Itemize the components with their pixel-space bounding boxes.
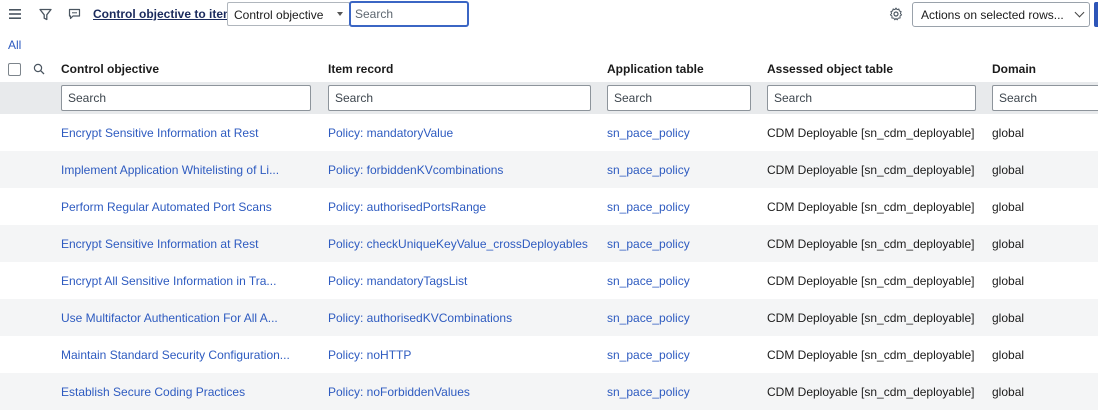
cell-domain: global [992,385,1025,399]
column-header-assessed-object-table[interactable]: Assessed object table [767,62,893,76]
cell-item-record[interactable]: Policy: mandatoryValue [328,126,453,140]
cell-domain: global [992,126,1025,140]
cell-control-objective[interactable]: Maintain Standard Security Configuration… [61,348,290,362]
cell-control-objective[interactable]: Encrypt Sensitive Information at Rest [61,126,258,140]
cell-domain: global [992,163,1025,177]
table-row: Maintain Standard Security Configuration… [0,336,1098,373]
cell-item-record[interactable]: Policy: mandatoryTagsList [328,274,467,288]
table-row: Use Multifactor Authentication For All A… [0,299,1098,336]
chevron-down-icon [1074,7,1085,18]
cell-control-objective[interactable]: Encrypt All Sensitive Information in Tra… [61,274,276,288]
cell-control-objective[interactable]: Implement Application Whitelisting of Li… [61,163,279,177]
cell-application-table[interactable]: sn_pace_policy [607,200,690,214]
funnel-filter-icon[interactable] [36,5,54,23]
filter-item-record-input[interactable] [328,85,591,111]
filter-application-table-input[interactable] [607,85,751,111]
cell-item-record[interactable]: Policy: authorisedPortsRange [328,200,486,214]
list-table: Control objective Item record Applicatio… [0,56,1098,410]
column-filter-row [0,82,1098,114]
cell-assessed-object-table: CDM Deployable [sn_cdm_deployable] [767,200,975,214]
column-header-application-table[interactable]: Application table [607,62,704,76]
cell-application-table[interactable]: sn_pace_policy [607,311,690,325]
search-field-select[interactable]: Control objective [227,2,350,26]
table-row: Perform Regular Automated Port Scans Pol… [0,188,1098,225]
cell-assessed-object-table: CDM Deployable [sn_cdm_deployable] [767,126,975,140]
caret-down-icon [337,12,343,16]
cell-item-record[interactable]: Policy: forbiddenKVcombinations [328,163,503,177]
cell-control-objective[interactable]: Encrypt Sensitive Information at Rest [61,237,258,251]
filter-domain-input[interactable] [992,85,1098,111]
cell-assessed-object-table: CDM Deployable [sn_cdm_deployable] [767,163,975,177]
actions-select[interactable]: Actions on selected rows... [912,2,1090,27]
cell-application-table[interactable]: sn_pace_policy [607,163,690,177]
table-header-row: Control objective Item record Applicatio… [0,56,1098,82]
magnifier-search-icon[interactable] [33,62,47,76]
cell-assessed-object-table: CDM Deployable [sn_cdm_deployable] [767,274,975,288]
cell-domain: global [992,274,1025,288]
cell-assessed-object-table: CDM Deployable [sn_cdm_deployable] [767,311,975,325]
hamburger-menu-icon[interactable] [6,5,24,23]
cell-domain: global [992,200,1025,214]
table-body: Encrypt Sensitive Information at Rest Po… [0,114,1098,410]
cell-application-table[interactable]: sn_pace_policy [607,274,690,288]
column-header-domain[interactable]: Domain [992,62,1036,76]
cell-domain: global [992,348,1025,362]
cell-application-table[interactable]: sn_pace_policy [607,348,690,362]
cell-item-record[interactable]: Policy: noHTTP [328,348,411,362]
cell-assessed-object-table: CDM Deployable [sn_cdm_deployable] [767,348,975,362]
list-search-input[interactable] [349,1,469,27]
table-row: Encrypt All Sensitive Information in Tra… [0,262,1098,299]
column-header-control-objective[interactable]: Control objective [61,62,159,76]
breadcrumb-all[interactable]: All [8,38,21,52]
cell-application-table[interactable]: sn_pace_policy [607,126,690,140]
chat-bubble-icon[interactable] [65,5,83,23]
table-row: Encrypt Sensitive Information at Rest Po… [0,225,1098,262]
cell-control-objective[interactable]: Establish Secure Coding Practices [61,385,245,399]
cell-control-objective[interactable]: Perform Regular Automated Port Scans [61,200,272,214]
cell-assessed-object-table: CDM Deployable [sn_cdm_deployable] [767,385,975,399]
cell-control-objective[interactable]: Use Multifactor Authentication For All A… [61,311,278,325]
cell-application-table[interactable]: sn_pace_policy [607,237,690,251]
filter-assessed-object-table-input[interactable] [767,85,976,111]
actions-select-value: Actions on selected rows... [921,8,1064,22]
gear-icon[interactable] [887,5,905,23]
search-field-select-value: Control objective [234,8,324,22]
column-header-item-record[interactable]: Item record [328,62,393,76]
list-toolbar: Control objective to items Control objec… [0,0,1098,28]
cell-assessed-object-table: CDM Deployable [sn_cdm_deployable] [767,237,975,251]
table-row: Establish Secure Coding Practices Policy… [0,373,1098,410]
cell-item-record[interactable]: Policy: checkUniqueKeyValue_crossDeploya… [328,237,588,251]
cell-item-record[interactable]: Policy: noForbiddenValues [328,385,470,399]
cell-item-record[interactable]: Policy: authorisedKVCombinations [328,311,512,325]
table-row: Encrypt Sensitive Information at Rest Po… [0,114,1098,151]
table-row: Implement Application Whitelisting of Li… [0,151,1098,188]
list-title[interactable]: Control objective to items [93,7,240,21]
new-button-edge[interactable] [1094,2,1098,27]
cell-application-table[interactable]: sn_pace_policy [607,385,690,399]
select-all-checkbox[interactable] [8,63,21,76]
cell-domain: global [992,311,1025,325]
cell-domain: global [992,237,1025,251]
filter-control-objective-input[interactable] [61,85,311,111]
